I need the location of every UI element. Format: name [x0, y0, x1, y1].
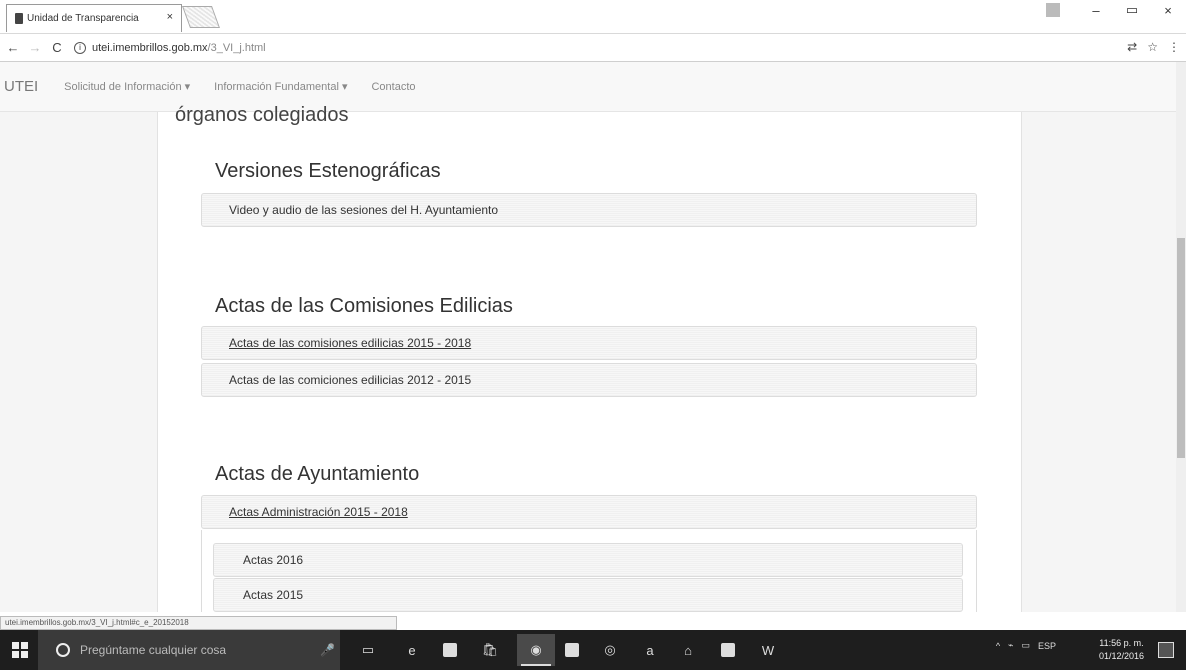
photos-icon[interactable] — [718, 640, 738, 660]
nav-contacto[interactable]: Contacto — [371, 81, 415, 93]
panel-label: Actas Administración 2015 - 2018 — [229, 505, 408, 519]
language-indicator[interactable]: ESP — [1038, 641, 1056, 651]
taskbar-clock[interactable]: 11:56 p. m. 01/12/2016 — [1099, 637, 1144, 663]
notifications-icon[interactable] — [1158, 642, 1174, 658]
scrollbar-thumb[interactable] — [1177, 238, 1185, 458]
panel-comisiones-2012-2015[interactable]: Actas de las comiciones edilicias 2012 -… — [201, 363, 977, 397]
browser-tab[interactable]: Unidad de Transparencia × — [6, 4, 182, 32]
back-arrow-icon[interactable]: ← — [4, 40, 22, 55]
close-window-button[interactable]: × — [1150, 3, 1186, 18]
section-title-versiones: Versiones Estenográficas — [215, 160, 441, 182]
bookmark-star-icon[interactable]: ☆ — [1147, 40, 1158, 54]
maximize-button[interactable]: ▭ — [1114, 2, 1150, 18]
panel-label: Actas 2015 — [243, 588, 304, 602]
section-title-comisiones: Actas de las Comisiones Edilicias — [215, 295, 513, 317]
microphone-icon[interactable]: 🎤 — [320, 643, 335, 657]
nav-informacion-fundamental[interactable]: Información Fundamental ▾ — [214, 80, 347, 93]
forward-arrow-icon[interactable]: → — [26, 40, 44, 55]
url-field[interactable]: i utei.imembrillos.gob.mx/3_VI_j.html — [74, 38, 1094, 58]
menu-dots-icon[interactable]: ⋮ — [1168, 40, 1180, 54]
battery-icon[interactable]: ▭ — [1021, 640, 1030, 651]
panel-label: Video y audio de las sesiones del H. Ayu… — [229, 203, 499, 217]
store-icon[interactable]: 🛍 — [480, 640, 500, 660]
file-explorer-icon[interactable] — [440, 640, 460, 660]
section-title-ayuntamiento: Actas de Ayuntamiento — [215, 463, 420, 485]
link-status-bar: utei.imembrillos.gob.mx/3_VI_j.html#c_e_… — [0, 616, 397, 630]
address-bar-actions: ⇄ ☆ ⋮ — [1127, 40, 1180, 54]
panel-administracion-2015-2018[interactable]: Actas Administración 2015 - 2018 — [201, 495, 977, 529]
amazon-icon[interactable]: a — [640, 640, 660, 660]
reload-icon[interactable]: C — [48, 40, 66, 55]
task-view-icon[interactable]: ▭ — [358, 640, 378, 660]
cortana-icon — [56, 643, 70, 657]
panel-actas-2015[interactable]: Actas 2015 — [213, 578, 963, 612]
network-icon[interactable]: ⌁ — [1008, 640, 1013, 651]
spotify-icon[interactable]: ◎ — [600, 640, 620, 660]
translate-icon[interactable]: ⇄ — [1127, 40, 1137, 54]
edge-browser-icon[interactable]: e — [402, 640, 422, 660]
tray-chevron-icon[interactable]: ^ — [996, 641, 1000, 651]
page-heading: órganos colegiados — [175, 104, 349, 126]
panel-label: Actas de las comiciones edilicias 2012 -… — [229, 373, 472, 387]
windows-start-icon[interactable] — [12, 642, 28, 658]
word-icon[interactable]: W — [758, 640, 778, 660]
panel-label: Actas de las comisiones edilicias 2015 -… — [229, 336, 472, 350]
favicon-icon — [15, 13, 23, 24]
address-bar: ← → C i utei.imembrillos.gob.mx/3_VI_j.h… — [0, 34, 1186, 62]
page-scrollbar[interactable] — [1176, 62, 1186, 612]
url-host: utei.imembrillos.gob.mx — [92, 42, 208, 54]
panel-label: Actas 2016 — [243, 553, 304, 567]
right-gutter — [1021, 112, 1176, 612]
home-icon[interactable]: ⌂ — [678, 640, 698, 660]
panel-actas-2016[interactable]: Actas 2016 — [213, 543, 963, 577]
url-path: /3_VI_j.html — [207, 42, 266, 54]
tab-title: Unidad de Transparencia — [27, 13, 139, 24]
browser-tabstrip: Unidad de Transparencia × – ▭ × — [0, 0, 1186, 34]
chrome-icon[interactable]: ◉ — [517, 634, 555, 666]
system-tray: ^ ⌁ ▭ ESP — [996, 640, 1056, 651]
new-tab-button[interactable] — [181, 6, 221, 28]
panel-video-audio[interactable]: Video y audio de las sesiones del H. Ayu… — [201, 193, 977, 227]
app-icon[interactable] — [562, 640, 582, 660]
nav-solicitud[interactable]: Solicitud de Información ▾ — [64, 80, 190, 93]
cortana-search-box[interactable]: Pregúntame cualquier cosa — [38, 630, 340, 670]
tab-close-icon[interactable]: × — [167, 11, 173, 23]
panel-comisiones-2015-2018[interactable]: Actas de las comisiones edilicias 2015 -… — [201, 326, 977, 360]
clock-time: 11:56 p. m. — [1099, 638, 1144, 648]
clock-date: 01/12/2016 — [1098, 651, 1144, 661]
window-controls: – ▭ × — [1046, 2, 1186, 18]
site-info-icon[interactable]: i — [74, 42, 86, 54]
minimize-button[interactable]: – — [1078, 3, 1114, 18]
site-brand[interactable]: UTEI — [4, 78, 38, 95]
left-gutter — [0, 112, 158, 612]
search-placeholder: Pregúntame cualquier cosa — [80, 643, 227, 657]
user-profile-icon[interactable] — [1046, 3, 1060, 17]
